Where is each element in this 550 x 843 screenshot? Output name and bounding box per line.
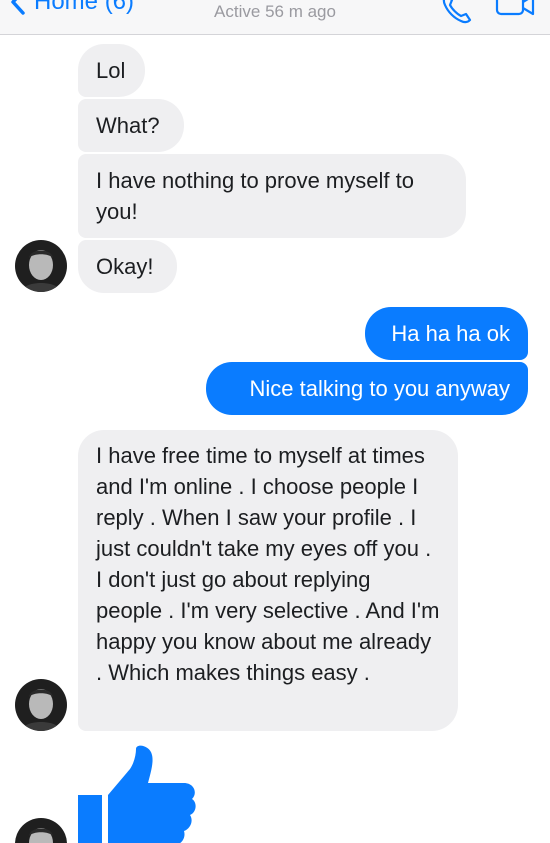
phone-icon[interactable] — [440, 0, 474, 26]
message-bubble-incoming[interactable]: I have free time to myself at times and … — [78, 430, 458, 731]
message-bubble-incoming[interactable]: I have nothing to prove myself to you! — [78, 154, 466, 238]
contact-avatar[interactable] — [15, 240, 67, 292]
message-bubble-outgoing[interactable]: Ha ha ha ok — [365, 307, 528, 360]
chat-screen: Home (6) Active 56 m ago Lol What? I hav… — [0, 0, 550, 843]
message-bubble-outgoing[interactable]: Nice talking to you anyway — [206, 362, 528, 415]
chat-header: Home (6) Active 56 m ago — [0, 0, 550, 35]
message-bubble-incoming[interactable]: Okay! — [78, 240, 177, 293]
contact-avatar[interactable] — [15, 679, 67, 731]
video-camera-icon[interactable] — [495, 0, 539, 22]
thumbs-up-icon[interactable] — [78, 745, 198, 843]
message-bubble-incoming[interactable]: Lol — [78, 44, 145, 97]
message-bubble-incoming[interactable]: What? — [78, 99, 184, 152]
contact-avatar[interactable] — [15, 818, 67, 843]
